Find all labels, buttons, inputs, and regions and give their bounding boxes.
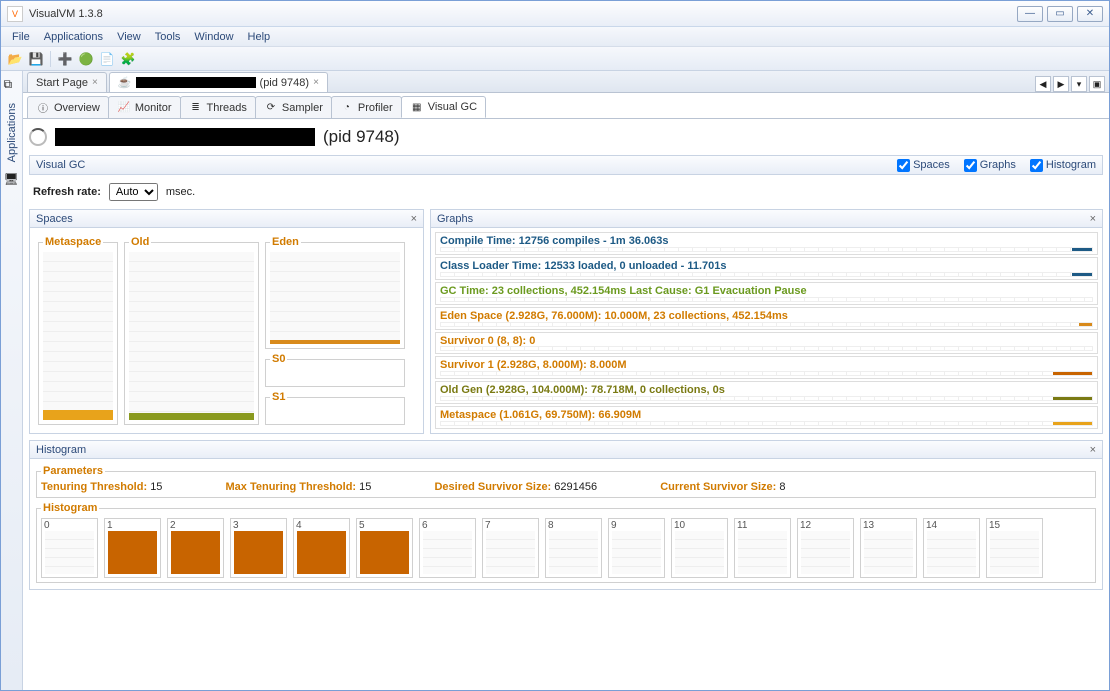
close-icon[interactable]: ×: [411, 213, 417, 225]
maximize-button[interactable]: ▭: [1047, 6, 1073, 22]
menu-help[interactable]: Help: [243, 29, 276, 45]
close-icon[interactable]: ×: [1090, 444, 1096, 456]
histogram-bucket-6: 6: [419, 518, 476, 578]
sub-tabs: ⓘOverview 📈Monitor ≣Threads ⟳Sampler ◔Pr…: [23, 93, 1109, 119]
redacted-app-name-large: [55, 128, 315, 146]
redacted-app-name: [136, 77, 256, 88]
subtab-threads[interactable]: ≣Threads: [180, 96, 256, 118]
histogram-bucket-3: 3: [230, 518, 287, 578]
tool-save-icon[interactable]: 💾: [26, 49, 46, 69]
menu-view[interactable]: View: [112, 29, 146, 45]
tool-add-icon[interactable]: ➕: [55, 49, 75, 69]
subtab-overview[interactable]: ⓘOverview: [27, 96, 109, 118]
tab-start-page[interactable]: Start Page ×: [27, 72, 107, 92]
check-spaces[interactable]: Spaces: [897, 159, 950, 172]
graph-gc: GC Time: 23 collections, 452.154ms Last …: [435, 282, 1098, 305]
refresh-select[interactable]: Auto: [109, 183, 158, 201]
space-s0: S0: [265, 353, 405, 387]
visualgc-icon: ▦: [410, 100, 424, 114]
subtab-profiler[interactable]: ◔Profiler: [331, 96, 402, 118]
app-title-row: (pid 9748): [29, 123, 1103, 155]
histogram-bucket-12: 12: [797, 518, 854, 578]
histogram-bucket-7: 7: [482, 518, 539, 578]
window-title: VisualVM 1.3.8: [29, 8, 1017, 20]
close-icon[interactable]: ×: [1090, 213, 1096, 225]
histogram-bucket-14: 14: [923, 518, 980, 578]
tool-open-icon[interactable]: 📂: [5, 49, 25, 69]
histogram-fieldset: Histogram 0123456789101112131415: [36, 502, 1096, 583]
sidebar-label[interactable]: Applications: [6, 99, 18, 166]
menubar: File Applications View Tools Window Help: [1, 27, 1109, 47]
histogram-bucket-9: 9: [608, 518, 665, 578]
sidebar-apps-icon[interactable]: ⧉: [4, 77, 20, 93]
tab-app[interactable]: ☕ (pid 9748) ×: [109, 72, 328, 92]
graphs-panel: Graphs× Compile Time: 12756 compiles - 1…: [430, 209, 1103, 434]
histogram-bucket-0: 0: [41, 518, 98, 578]
info-icon: ⓘ: [36, 101, 50, 115]
tool-plugin-icon[interactable]: 🧩: [118, 49, 138, 69]
close-icon[interactable]: ×: [92, 77, 98, 88]
tool-jmx-icon[interactable]: 🟢: [76, 49, 96, 69]
graph-compile: Compile Time: 12756 compiles - 1m 36.063…: [435, 232, 1098, 255]
close-button[interactable]: ✕: [1077, 6, 1103, 22]
app-icon: V: [7, 6, 23, 22]
chart-icon: 📈: [117, 101, 131, 115]
space-s1: S1: [265, 391, 405, 425]
spinner-icon: [29, 128, 47, 146]
subtab-monitor[interactable]: 📈Monitor: [108, 96, 181, 118]
histogram-bucket-1: 1: [104, 518, 161, 578]
check-graphs[interactable]: Graphs: [964, 159, 1016, 172]
tab-next-button[interactable]: ▶: [1053, 76, 1069, 92]
tool-dump-icon[interactable]: 📄: [97, 49, 117, 69]
histogram-bucket-11: 11: [734, 518, 791, 578]
sampler-icon: ⟳: [264, 101, 278, 115]
subtab-visualgc[interactable]: ▦Visual GC: [401, 96, 486, 118]
graph-s0: Survivor 0 (8, 8): 0: [435, 332, 1098, 355]
toolbar: 📂 💾 ➕ 🟢 📄 🧩: [1, 47, 1109, 71]
java-icon: ☕: [118, 76, 132, 89]
menu-applications[interactable]: Applications: [39, 29, 108, 45]
refresh-row: Refresh rate: Auto msec.: [29, 175, 1103, 209]
check-histogram[interactable]: Histogram: [1030, 159, 1096, 172]
menu-window[interactable]: Window: [189, 29, 238, 45]
histogram-panel: Histogram× Parameters Tenuring Threshold…: [29, 440, 1103, 590]
tab-list-button[interactable]: ▾: [1071, 76, 1087, 92]
histogram-bucket-4: 4: [293, 518, 350, 578]
document-tabs: Start Page × ☕ (pid 9748) × ◀ ▶ ▾ ▣: [23, 71, 1109, 93]
graph-s1: Survivor 1 (2.928G, 8.000M): 8.000M: [435, 356, 1098, 379]
panel-header: Visual GC Spaces Graphs Histogram: [29, 155, 1103, 175]
parameters-fieldset: Parameters Tenuring Threshold: 15 Max Te…: [36, 465, 1096, 498]
space-metaspace: Metaspace: [38, 236, 118, 425]
minimize-button[interactable]: —: [1017, 6, 1043, 22]
sidebar-host-icon[interactable]: 🖥: [4, 172, 20, 188]
graph-classloader: Class Loader Time: 12533 loaded, 0 unloa…: [435, 257, 1098, 280]
space-old: Old: [124, 236, 259, 425]
graph-metaspace: Metaspace (1.061G, 69.750M): 66.909M: [435, 406, 1098, 429]
threads-icon: ≣: [189, 101, 203, 115]
content-area: (pid 9748) Visual GC Spaces Graphs Histo…: [23, 119, 1109, 690]
menu-tools[interactable]: Tools: [150, 29, 186, 45]
histogram-bucket-15: 15: [986, 518, 1043, 578]
app-window: V VisualVM 1.3.8 — ▭ ✕ File Applications…: [0, 0, 1110, 691]
graph-oldgen: Old Gen (2.928G, 104.000M): 78.718M, 0 c…: [435, 381, 1098, 404]
subtab-sampler[interactable]: ⟳Sampler: [255, 96, 332, 118]
tab-prev-button[interactable]: ◀: [1035, 76, 1051, 92]
sidebar: ⧉ Applications 🖥: [1, 71, 23, 690]
spaces-panel: Spaces× Metaspace Old Eden S0 S1: [29, 209, 424, 434]
graph-eden: Eden Space (2.928G, 76.000M): 10.000M, 2…: [435, 307, 1098, 330]
space-eden: Eden: [265, 236, 405, 349]
tab-maximize-button[interactable]: ▣: [1089, 76, 1105, 92]
histogram-bucket-13: 13: [860, 518, 917, 578]
histogram-bucket-5: 5: [356, 518, 413, 578]
histogram-bucket-2: 2: [167, 518, 224, 578]
close-icon[interactable]: ×: [313, 77, 319, 88]
histogram-bucket-10: 10: [671, 518, 728, 578]
profiler-icon: ◔: [340, 101, 354, 115]
histogram-bucket-8: 8: [545, 518, 602, 578]
titlebar: V VisualVM 1.3.8 — ▭ ✕: [1, 1, 1109, 27]
menu-file[interactable]: File: [7, 29, 35, 45]
